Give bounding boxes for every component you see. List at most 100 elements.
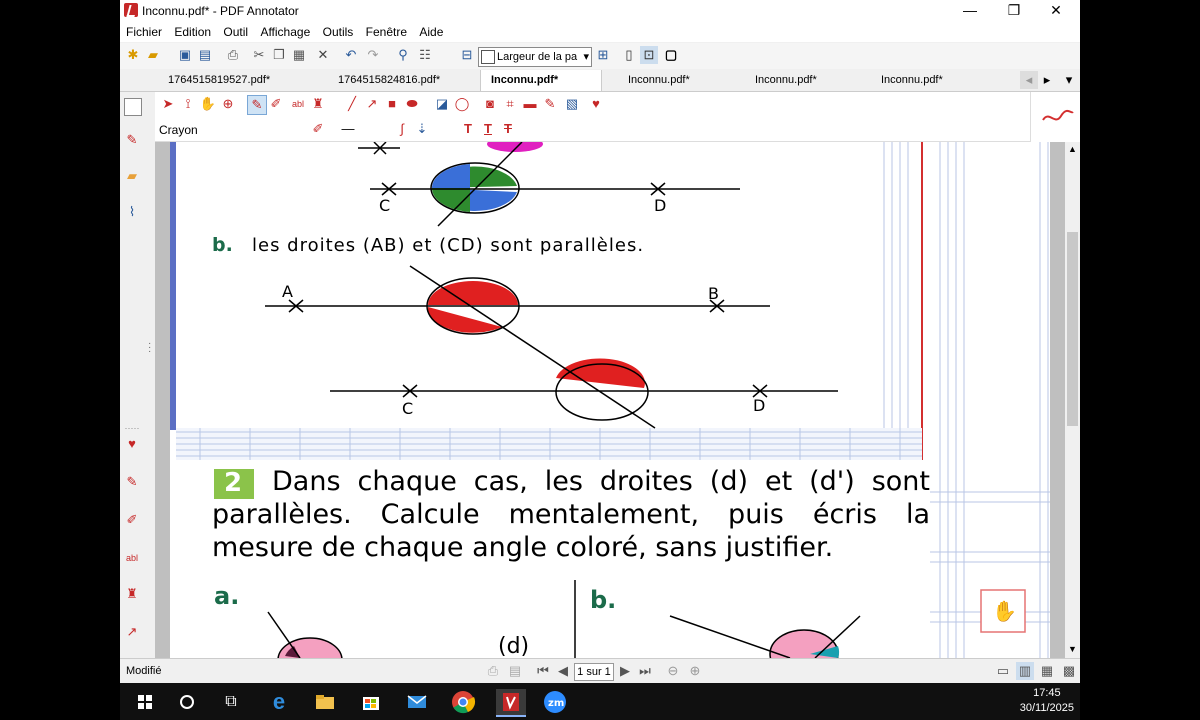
attachment-icon[interactable]: ⌇ (124, 204, 140, 220)
scroll-thumb[interactable] (1067, 232, 1078, 426)
line-icon[interactable]: ╱ (343, 95, 361, 113)
tab-inconnu-active[interactable]: Inconnu.pdf* (480, 70, 602, 91)
favorites-heart-icon[interactable]: ♥ (587, 95, 605, 113)
cut-icon[interactable]: ✂ (250, 46, 268, 64)
text-underline-icon[interactable]: T (479, 120, 497, 138)
zoom-select[interactable]: Largeur de la pa ▾ (478, 47, 592, 67)
delete-icon[interactable]: ✕ (314, 46, 332, 64)
next-page-icon[interactable]: ▶ (616, 662, 634, 680)
text-strike-icon[interactable]: T (499, 120, 517, 138)
select-text-icon[interactable]: ⟟ (179, 95, 197, 113)
pen-tool-icon[interactable]: ✎ (247, 95, 267, 115)
fullscreen-icon[interactable]: ▢ (662, 46, 680, 64)
image-icon[interactable]: ▧ (563, 95, 581, 113)
pressure-icon[interactable]: ⇣ (413, 120, 431, 138)
camera-icon[interactable]: ◙ (481, 95, 499, 113)
view-single-icon[interactable]: ▭ (994, 662, 1012, 680)
pen-color-icon[interactable]: ✐ (309, 120, 327, 138)
tab-1764515819527[interactable]: 1764515819527.pdf* (168, 70, 288, 91)
single-page-icon[interactable]: ▯ (620, 46, 638, 64)
task-view-icon[interactable]: ⧉ (218, 689, 244, 715)
fav-textbox-icon[interactable]: abl (124, 550, 140, 566)
zoom-out-icon[interactable]: ⊟ (458, 46, 476, 64)
scroll-down-icon[interactable]: ▼ (1068, 644, 1077, 654)
view-facing-icon[interactable]: ▦ (1038, 662, 1056, 680)
tab-scroll-right-icon[interactable]: ▸ (1038, 71, 1056, 89)
new-icon[interactable]: ✱ (124, 46, 142, 64)
prev-page-icon[interactable]: ◀ (554, 662, 572, 680)
fav-arrow-icon[interactable]: ↗ (124, 624, 140, 640)
fav-pen-blue-icon[interactable]: ✎ (124, 474, 140, 490)
smooth-curve-icon[interactable]: ∫ (393, 120, 411, 138)
tab-scroll-left-icon[interactable]: ◂ (1020, 71, 1038, 89)
edge-icon[interactable]: e (266, 689, 292, 715)
save-all-icon[interactable]: ▤ (196, 46, 214, 64)
tab-1764515824816[interactable]: 1764515824816.pdf* (338, 70, 458, 91)
select-arrow-icon[interactable]: ➤ (159, 95, 177, 113)
list-icon[interactable]: ☷ (416, 46, 434, 64)
find-icon[interactable]: ⚲ (394, 46, 412, 64)
tab-inconnu-4[interactable]: Inconnu.pdf* (881, 70, 981, 91)
view-continuous-icon[interactable]: ▥ (1016, 662, 1034, 680)
copy-icon[interactable]: ❐ (270, 46, 288, 64)
pen-panel-icon[interactable]: ✎ (124, 132, 140, 148)
redo-icon[interactable]: ↷ (364, 46, 382, 64)
menu-fichier[interactable]: Fichier (126, 22, 162, 42)
menu-aide[interactable]: Aide (419, 22, 443, 42)
print-status-icon[interactable]: ⎙ (484, 662, 502, 680)
pencil-ruler-icon[interactable]: ✎ (541, 95, 559, 113)
menu-outil[interactable]: Outil (223, 22, 248, 42)
forward-icon[interactable]: ⊕ (686, 662, 704, 680)
fav-highlighter-icon[interactable]: ✐ (124, 512, 140, 528)
vertical-scrollbar[interactable]: ▲ ▼ (1065, 142, 1080, 658)
text-box-icon[interactable]: abl (289, 95, 307, 113)
scroll-up-icon[interactable]: ▲ (1068, 144, 1077, 154)
document-view[interactable]: ✋ C D b. les droites (AB) et (CD) sont p… (155, 142, 1065, 658)
menu-fenetre[interactable]: Fenêtre (366, 22, 407, 42)
properties-icon[interactable]: ▤ (506, 662, 524, 680)
save-icon[interactable]: ▣ (176, 46, 194, 64)
chrome-icon[interactable] (450, 689, 476, 715)
mail-icon[interactable] (404, 689, 430, 715)
notes-panel-icon[interactable]: ▰ (124, 168, 140, 184)
pdf-annotator-taskbar-icon[interactable] (496, 689, 526, 717)
eraser-icon[interactable]: ◪ (433, 95, 451, 113)
maximize-button[interactable]: ❐ (992, 0, 1036, 22)
sidebar-splitter[interactable]: · · · (144, 92, 155, 658)
system-clock[interactable]: 17:45 30/11/2025 (1020, 686, 1074, 716)
minimize-button[interactable]: — (948, 0, 992, 22)
zoom-app-icon[interactable]: zm (542, 689, 568, 715)
rectangle-icon[interactable]: ■ (383, 95, 401, 113)
lasso-icon[interactable]: ◯ (453, 95, 471, 113)
highlighter-icon[interactable]: ✐ (267, 95, 285, 113)
ruler-icon[interactable]: ▬ (521, 95, 539, 113)
favorite-heart-icon[interactable]: ♥ (124, 436, 140, 452)
zoom-tool-icon[interactable]: ⊕ (219, 95, 237, 113)
arrow-icon[interactable]: ↗ (363, 95, 381, 113)
first-page-icon[interactable]: ⏮ (534, 662, 552, 680)
close-button[interactable]: ✕ (1034, 0, 1078, 22)
menu-edition[interactable]: Edition (174, 22, 211, 42)
crop-icon[interactable]: ⌗ (501, 95, 519, 113)
zoom-in-icon[interactable]: ⊞ (594, 46, 612, 64)
undo-icon[interactable]: ↶ (342, 46, 360, 64)
pages-panel-icon[interactable] (124, 98, 142, 116)
open-folder-icon[interactable]: ▰ (144, 46, 162, 64)
print-icon[interactable]: ⎙ (224, 46, 242, 64)
ellipse-icon[interactable]: ⬬ (403, 95, 421, 113)
line-width-icon[interactable]: — (339, 120, 357, 138)
view-facing-continuous-icon[interactable]: ▩ (1060, 662, 1078, 680)
back-icon[interactable]: ⊖ (664, 662, 682, 680)
tab-inconnu-3[interactable]: Inconnu.pdf* (755, 70, 855, 91)
last-page-icon[interactable]: ⏭ (636, 662, 654, 680)
search-icon[interactable] (174, 689, 200, 715)
windows-start-icon[interactable] (132, 689, 158, 715)
store-icon[interactable] (358, 689, 384, 715)
menu-affichage[interactable]: Affichage (260, 22, 310, 42)
menu-outils[interactable]: Outils (323, 22, 354, 42)
page-indicator[interactable]: 1 sur 1 (574, 663, 614, 681)
stamp-icon[interactable]: ♜ (309, 95, 327, 113)
tab-list-icon[interactable]: ▾ (1060, 71, 1078, 89)
tab-inconnu-2[interactable]: Inconnu.pdf* (628, 70, 728, 91)
text-normal-icon[interactable]: T (459, 120, 477, 138)
